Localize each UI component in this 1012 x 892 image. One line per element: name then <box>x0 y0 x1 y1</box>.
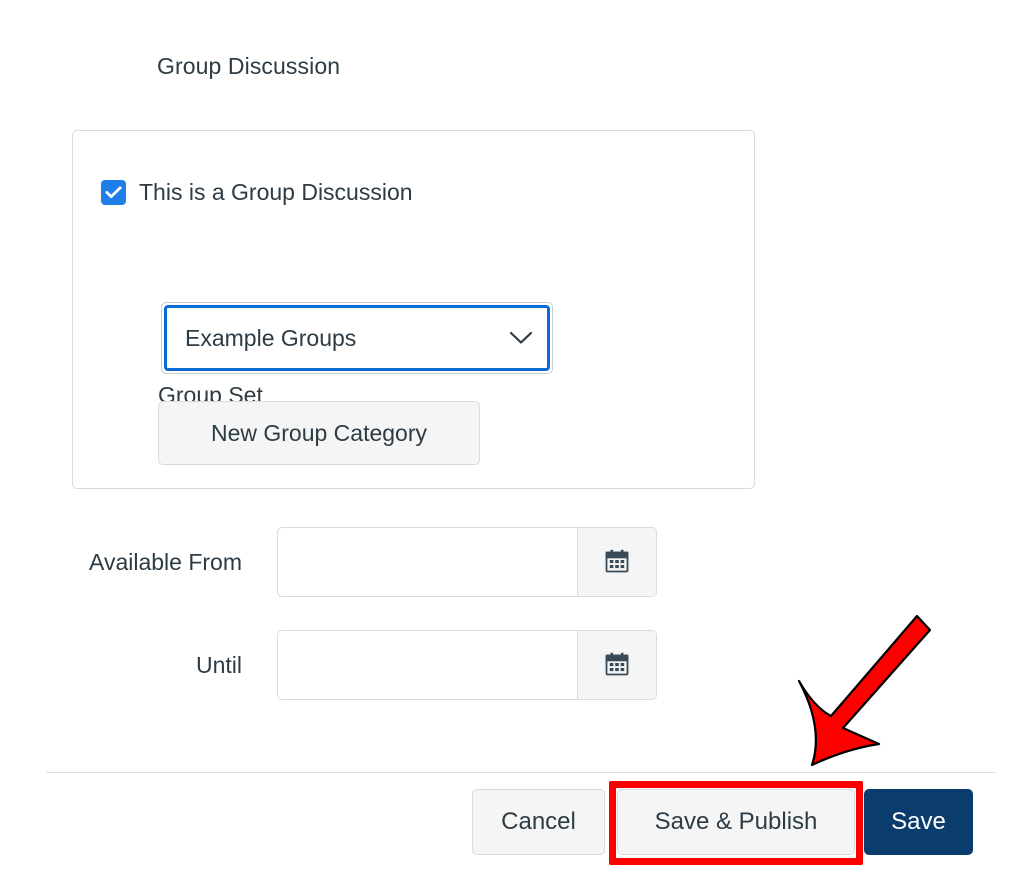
chevron-down-icon <box>509 331 533 345</box>
page-title: Group Discussion <box>157 53 341 79</box>
save-and-publish-button[interactable]: Save & Publish <box>617 789 855 855</box>
available-from-field <box>277 527 657 597</box>
cancel-button[interactable]: Cancel <box>472 789 605 855</box>
until-row: Until <box>0 630 1012 700</box>
available-from-calendar-button[interactable] <box>577 528 656 596</box>
until-input[interactable] <box>278 631 577 699</box>
until-calendar-button[interactable] <box>577 631 656 699</box>
available-from-label: Available From <box>89 549 242 575</box>
calendar-icon <box>604 651 630 680</box>
until-label: Until <box>195 652 242 678</box>
checkmark-icon[interactable] <box>101 179 126 205</box>
group-set-select-value: Example Groups <box>185 325 357 351</box>
save-button[interactable]: Save <box>864 789 973 855</box>
calendar-icon <box>604 548 630 577</box>
group-set-select-wrapper: Example Groups <box>161 302 553 374</box>
available-from-row: Available From <box>0 527 1012 597</box>
until-field <box>277 630 657 700</box>
group-set-select[interactable]: Example Groups <box>164 305 550 371</box>
group-discussion-checkbox-label: This is a Group Discussion <box>139 179 413 205</box>
group-discussion-panel: This is a Group Discussion Group Set Exa… <box>72 130 755 489</box>
available-from-input[interactable] <box>278 528 577 596</box>
group-discussion-checkbox-row[interactable]: This is a Group Discussion <box>101 177 413 207</box>
footer-actions: Cancel Save & Publish Save <box>0 789 1012 857</box>
footer-divider <box>46 772 995 773</box>
new-group-category-button[interactable]: New Group Category <box>158 401 480 465</box>
